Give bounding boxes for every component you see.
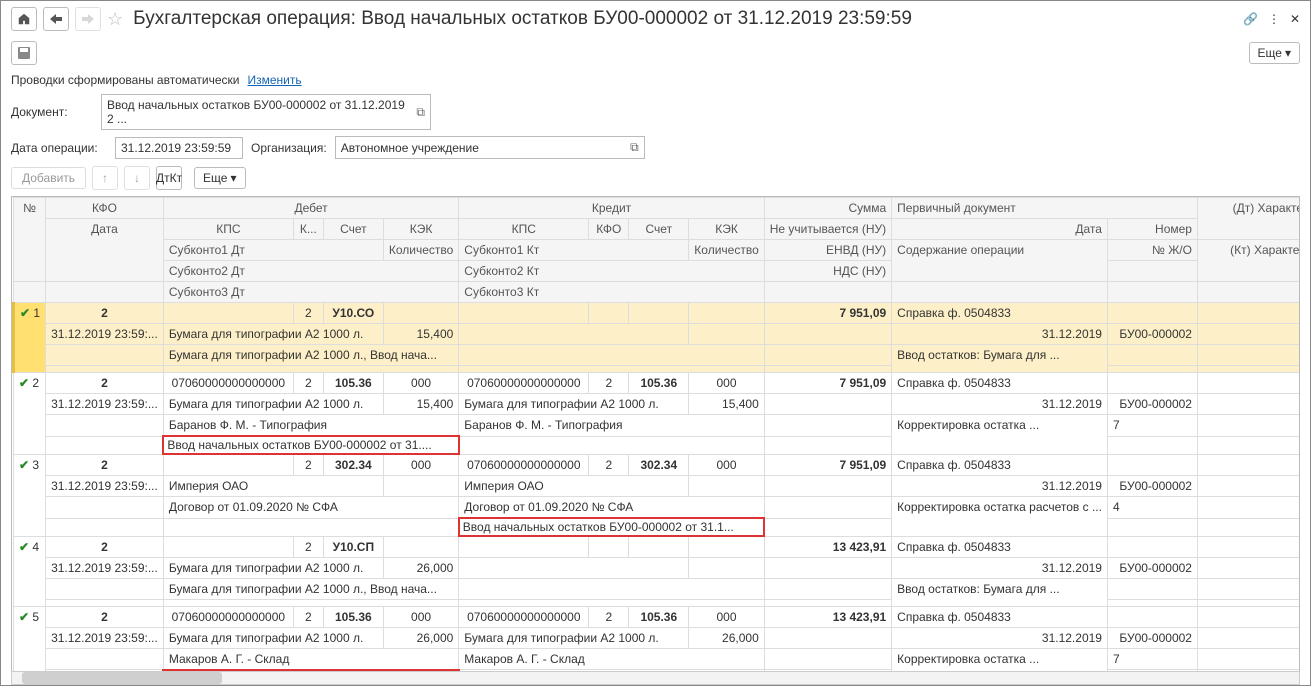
check-icon: ✔ <box>19 540 29 554</box>
chevron-down-icon: ▾ <box>230 171 236 185</box>
more-button-top[interactable]: Еще▾ <box>1249 42 1300 64</box>
favorite-icon[interactable]: ☆ <box>107 9 123 30</box>
kebab-icon[interactable]: ⋮ <box>1268 12 1280 26</box>
move-down-button[interactable]: ↓ <box>124 166 150 190</box>
save-button[interactable] <box>11 41 37 65</box>
org-label: Организация: <box>251 141 327 155</box>
move-up-button[interactable]: ↑ <box>92 166 118 190</box>
dtkt-button[interactable]: ДтКт <box>156 166 182 190</box>
date-label: Дата операции: <box>11 141 107 155</box>
entries-grid[interactable]: № КФО Дебет Кредит Сумма Первичный докум… <box>11 196 1300 684</box>
table-row[interactable]: ✔ 52070600000000000002105.36000070600000… <box>14 606 1301 627</box>
chevron-down-icon: ▾ <box>1285 46 1291 60</box>
table-row[interactable]: ✔ 322302.34000070600000000000002302.3400… <box>14 454 1301 476</box>
auto-entries-label: Проводки сформированы автоматически <box>11 73 240 87</box>
grid-header: № КФО Дебет Кредит Сумма Первичный докум… <box>14 198 1301 303</box>
more-button-grid[interactable]: Еще▾ <box>194 167 245 189</box>
document-input[interactable]: Ввод начальных остатков БУ00-000002 от 3… <box>101 94 431 130</box>
document-label: Документ: <box>11 105 93 119</box>
table-row[interactable]: ✔ 422У10.СП13 423,91Справка ф. 0504833 <box>14 536 1301 557</box>
home-button[interactable] <box>11 7 37 31</box>
change-link[interactable]: Изменить <box>248 73 302 87</box>
check-icon: ✔ <box>19 610 29 624</box>
forward-button[interactable] <box>75 7 101 31</box>
check-icon: ✔ <box>19 376 29 390</box>
check-icon: ✔ <box>20 306 30 320</box>
table-row[interactable]: ✔ 122У10.СО7 951,09Справка ф. 0504833 <box>14 303 1301 324</box>
back-button[interactable] <box>43 7 69 31</box>
table-row[interactable]: ✔ 22070600000000000002105.36000070600000… <box>14 373 1301 394</box>
horizontal-scrollbar[interactable] <box>11 671 1300 685</box>
check-icon: ✔ <box>19 458 29 472</box>
date-input[interactable]: 31.12.2019 23:59:59 <box>115 137 243 159</box>
open-icon[interactable]: ⧉ <box>624 140 639 155</box>
org-input[interactable]: Автономное учреждение ⧉ <box>335 136 645 159</box>
open-icon[interactable]: ⧉ <box>410 105 425 120</box>
close-icon[interactable]: ✕ <box>1290 12 1300 26</box>
add-button[interactable]: Добавить <box>11 167 86 189</box>
page-title: Бухгалтерская операция: Ввод начальных о… <box>133 8 1237 30</box>
link-icon[interactable]: 🔗 <box>1243 12 1258 26</box>
